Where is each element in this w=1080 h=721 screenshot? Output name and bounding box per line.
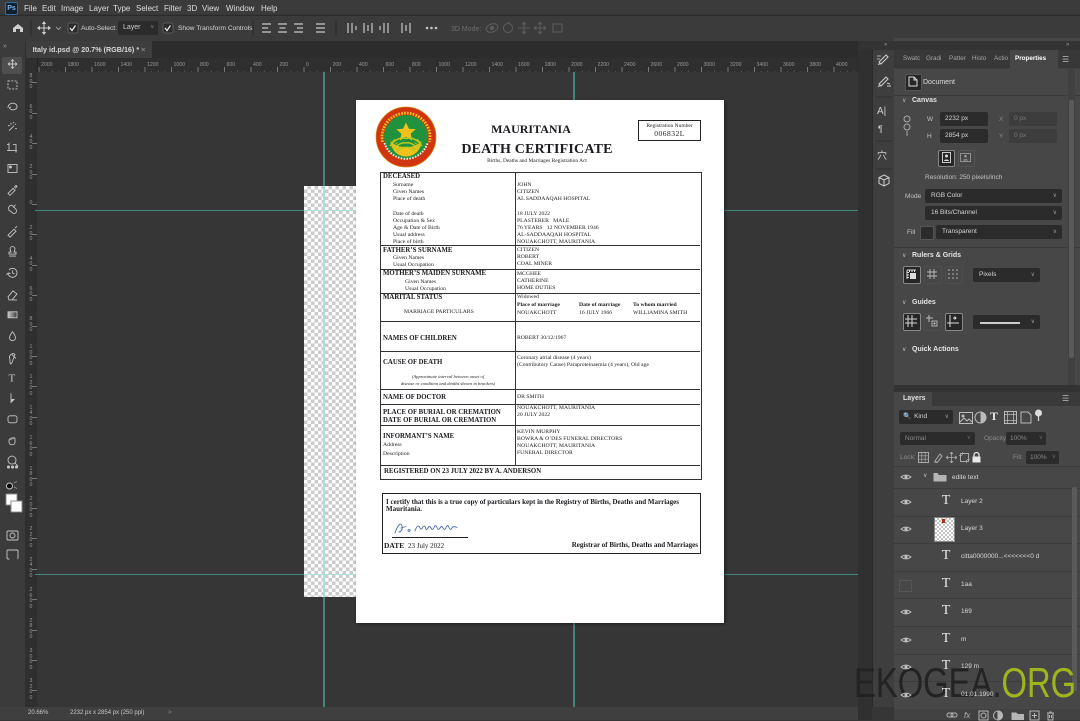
svg-text:800: 800 [200,62,209,68]
svg-text:1600: 1600 [94,62,106,68]
svg-text:A|: A| [877,106,886,117]
svg-text:1800: 1800 [545,62,557,68]
svg-text:400: 400 [253,62,262,68]
svg-text:2000: 2000 [571,62,583,68]
svg-text:3800: 3800 [810,62,822,68]
svg-text:400: 400 [359,62,368,68]
svg-text:4000: 4000 [836,62,848,68]
svg-text:穴: 穴 [877,149,887,162]
svg-text:2400: 2400 [624,62,636,68]
svg-text:3000: 3000 [704,62,716,68]
svg-text:2800: 2800 [677,62,689,68]
svg-text:3400: 3400 [757,62,769,68]
svg-text:0: 0 [306,62,309,68]
svg-text:1600: 1600 [518,62,530,68]
svg-text:2600: 2600 [651,62,663,68]
svg-text:1400: 1400 [492,62,504,68]
svg-text:1400: 1400 [121,62,133,68]
svg-text:1800: 1800 [68,62,80,68]
svg-text:¶: ¶ [878,124,883,134]
svg-text:600: 600 [386,62,395,68]
svg-text:1200: 1200 [147,62,159,68]
svg-text:1200: 1200 [465,62,477,68]
svg-text:200: 200 [280,62,289,68]
svg-text:3200: 3200 [730,62,742,68]
svg-text:1000: 1000 [174,62,186,68]
svg-text:2200: 2200 [598,62,610,68]
svg-text:3D Mode:: 3D Mode: [451,26,481,33]
svg-text:2000: 2000 [41,62,53,68]
svg-text:600: 600 [227,62,236,68]
svg-text:fx: fx [964,711,971,720]
svg-text:200: 200 [333,62,342,68]
svg-text:3600: 3600 [783,62,795,68]
svg-text:T: T [9,373,16,385]
svg-text:1000: 1000 [439,62,451,68]
svg-text:800: 800 [412,62,421,68]
